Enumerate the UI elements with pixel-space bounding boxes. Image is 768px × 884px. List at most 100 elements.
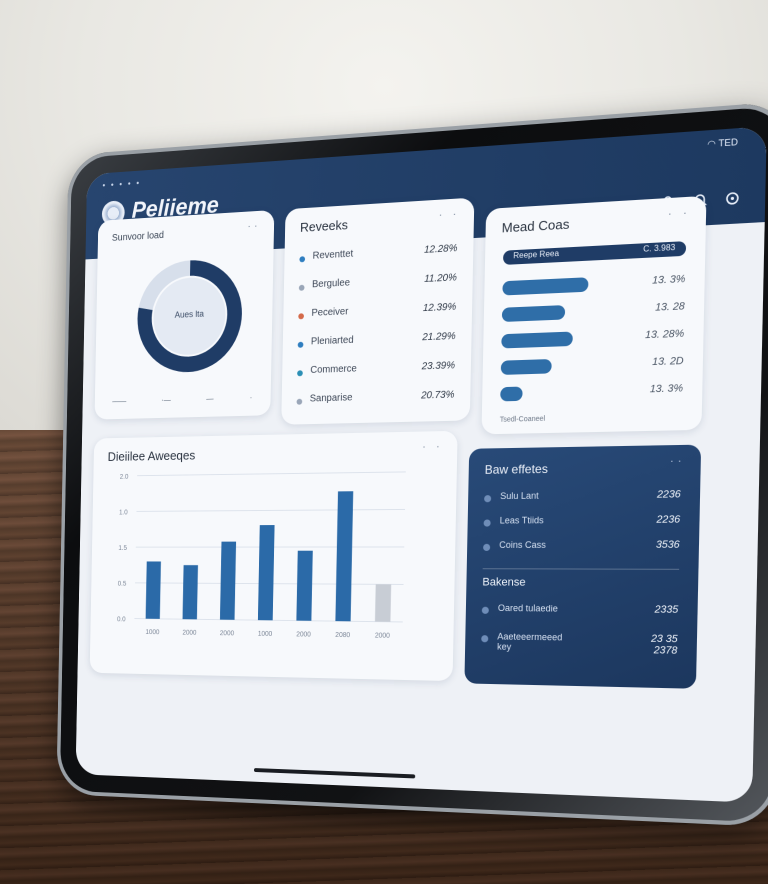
status-dot [297, 341, 304, 348]
status-dot [297, 370, 303, 377]
list-row[interactable]: Peceiver 12.39% [298, 302, 456, 327]
x-tick-label: 2000 [375, 632, 390, 640]
row-value: 11.20% [424, 272, 457, 285]
legend-item: · [249, 393, 253, 403]
summary-row[interactable]: Aaeteeermeeed key 23 35 2378 [481, 631, 678, 657]
summary-value: 2335 [654, 604, 679, 617]
y-tick-label: 1.0 [119, 509, 128, 516]
summary-label: Oared tulaedie [497, 602, 558, 614]
list-row[interactable]: Bergulee 11.20% [298, 272, 457, 297]
row-value: 20.73% [420, 389, 455, 402]
ranking-bar[interactable] [501, 331, 573, 349]
settings-icon[interactable] [724, 189, 742, 207]
chart-bar [219, 541, 237, 620]
ranking-bar[interactable] [502, 277, 589, 296]
ranking-value: 13. 3% [652, 273, 686, 287]
row-label: Sanparise [309, 392, 353, 405]
row-label: Pleniarted [310, 334, 354, 348]
x-tick-label: 2000 [182, 630, 196, 637]
home-indicator[interactable] [253, 768, 416, 779]
summary-label: Sulu Lant [500, 490, 539, 502]
summary-value: 3536 [655, 539, 680, 551]
battery-label: TED [718, 136, 739, 149]
bullet-icon [484, 495, 492, 503]
chart-bar [374, 584, 392, 622]
row-value: 21.29% [422, 330, 456, 344]
summary-label: Coins Cass [499, 539, 546, 550]
status-dot [298, 313, 304, 320]
summary-value: 23 35 2378 [650, 633, 678, 657]
chart-bar [145, 561, 161, 619]
chart-bar [335, 491, 354, 622]
bullet-icon [483, 543, 491, 551]
donut-chart: Aues lta [130, 250, 249, 380]
bar-chart-card[interactable]: Dieiilee Aweeqes · · 2.0 1.0 1.5 0.5 0.0 1000… [89, 430, 458, 682]
tablet-device: • • • • • ◠ TED Peliieme Sunvoor load ··… [56, 100, 768, 828]
legend-item: —— [112, 396, 127, 406]
list-row[interactable]: Commerce 23.39% [297, 360, 455, 383]
summary-row[interactable]: Oared tulaedie 2335 [481, 602, 679, 624]
bar-chart: 2.0 1.0 1.5 0.5 0.0 1000 2000 2000 1000 2000 2080 2… [117, 431, 458, 640]
x-tick-label: 2080 [335, 632, 350, 639]
summary-row[interactable]: Coins Cass 3536 [483, 539, 680, 558]
y-tick-label: 1.5 [118, 545, 127, 552]
list-row[interactable]: Sanparise 20.73% [296, 389, 455, 411]
ranking-bar[interactable] [501, 305, 566, 322]
list-row[interactable]: Reventtet 12.28% [299, 243, 458, 269]
legend-item: — [206, 394, 214, 404]
row-value: 23.39% [421, 360, 456, 373]
x-tick-label: 1000 [258, 631, 273, 638]
row-value: 12.39% [422, 301, 457, 315]
ranking-bars-card[interactable]: Mead Coas · · Reepe Reea C. 3.983 13. 3%… [481, 195, 707, 435]
summary-value: 2236 [656, 514, 681, 526]
more-icon[interactable]: ·· [670, 455, 686, 467]
summary-label: Aaeteeermeeed key [497, 631, 563, 652]
gridline [137, 472, 406, 476]
x-tick-label: 2000 [296, 631, 311, 638]
summary-value: 2236 [656, 489, 681, 501]
more-icon[interactable]: · · [668, 207, 691, 220]
chart-bar [296, 550, 313, 621]
status-dot [298, 284, 305, 291]
status-indicators: ◠ TED [707, 137, 738, 151]
more-icon[interactable]: ·· [247, 221, 261, 233]
row-label: Reventtet [312, 248, 354, 262]
ranking-value: 13. 28% [644, 328, 685, 342]
more-icon[interactable]: · · [439, 208, 460, 220]
legend-item: ·— [161, 395, 171, 405]
ranking-bar[interactable] [500, 359, 552, 375]
row-label: Bergulee [311, 277, 351, 291]
donut-legend: —— ·— — · [112, 393, 252, 406]
y-tick-label: 0.0 [117, 616, 126, 623]
donut-card[interactable]: Sunvoor load ·· Aues lta —— ·— — · [94, 209, 275, 420]
row-label: Peceiver [311, 306, 349, 319]
summary-card-title: Baw effetes [484, 461, 549, 477]
bullet-icon [481, 635, 489, 643]
metrics-list-card[interactable]: Reveeks · · Reventtet 12.28% Bergulee 11.20… [281, 197, 475, 425]
summary-label: Leas Ttiids [499, 515, 544, 526]
bullet-icon [483, 519, 491, 527]
y-tick-label: 0.5 [118, 581, 127, 588]
list-card-title: Reveeks [299, 217, 349, 235]
gridline [136, 509, 405, 511]
row-label: Commerce [310, 363, 357, 376]
bullet-icon [481, 606, 489, 614]
ranking-value: 13. 2D [652, 355, 684, 369]
wifi-icon: ◠ [707, 137, 719, 150]
divider [482, 568, 680, 570]
list-row[interactable]: Pleniarted 21.29% [297, 330, 456, 355]
tablet-screen: • • • • • ◠ TED Peliieme Sunvoor load ··… [75, 126, 767, 803]
status-dot [296, 398, 303, 405]
status-dot [299, 256, 306, 263]
chart-bar [257, 525, 275, 621]
bars-header-left: Reepe Reea [513, 248, 560, 261]
summary-row[interactable]: Sulu Lant 2236 [484, 489, 681, 509]
status-time: • • • • • [102, 178, 141, 191]
ranking-bar[interactable] [500, 386, 523, 402]
bars-header: Reepe Reea C. 3.983 [502, 241, 687, 265]
y-tick-label: 2.0 [120, 474, 129, 481]
summary-card[interactable]: Baw effetes ·· Sulu Lant 2236 Leas Ttiids 2… [464, 444, 702, 689]
x-tick-label: 2000 [220, 630, 235, 637]
summary-row[interactable]: Leas Ttiids 2236 [483, 514, 680, 533]
ranking-value: 13. 28 [654, 301, 685, 314]
